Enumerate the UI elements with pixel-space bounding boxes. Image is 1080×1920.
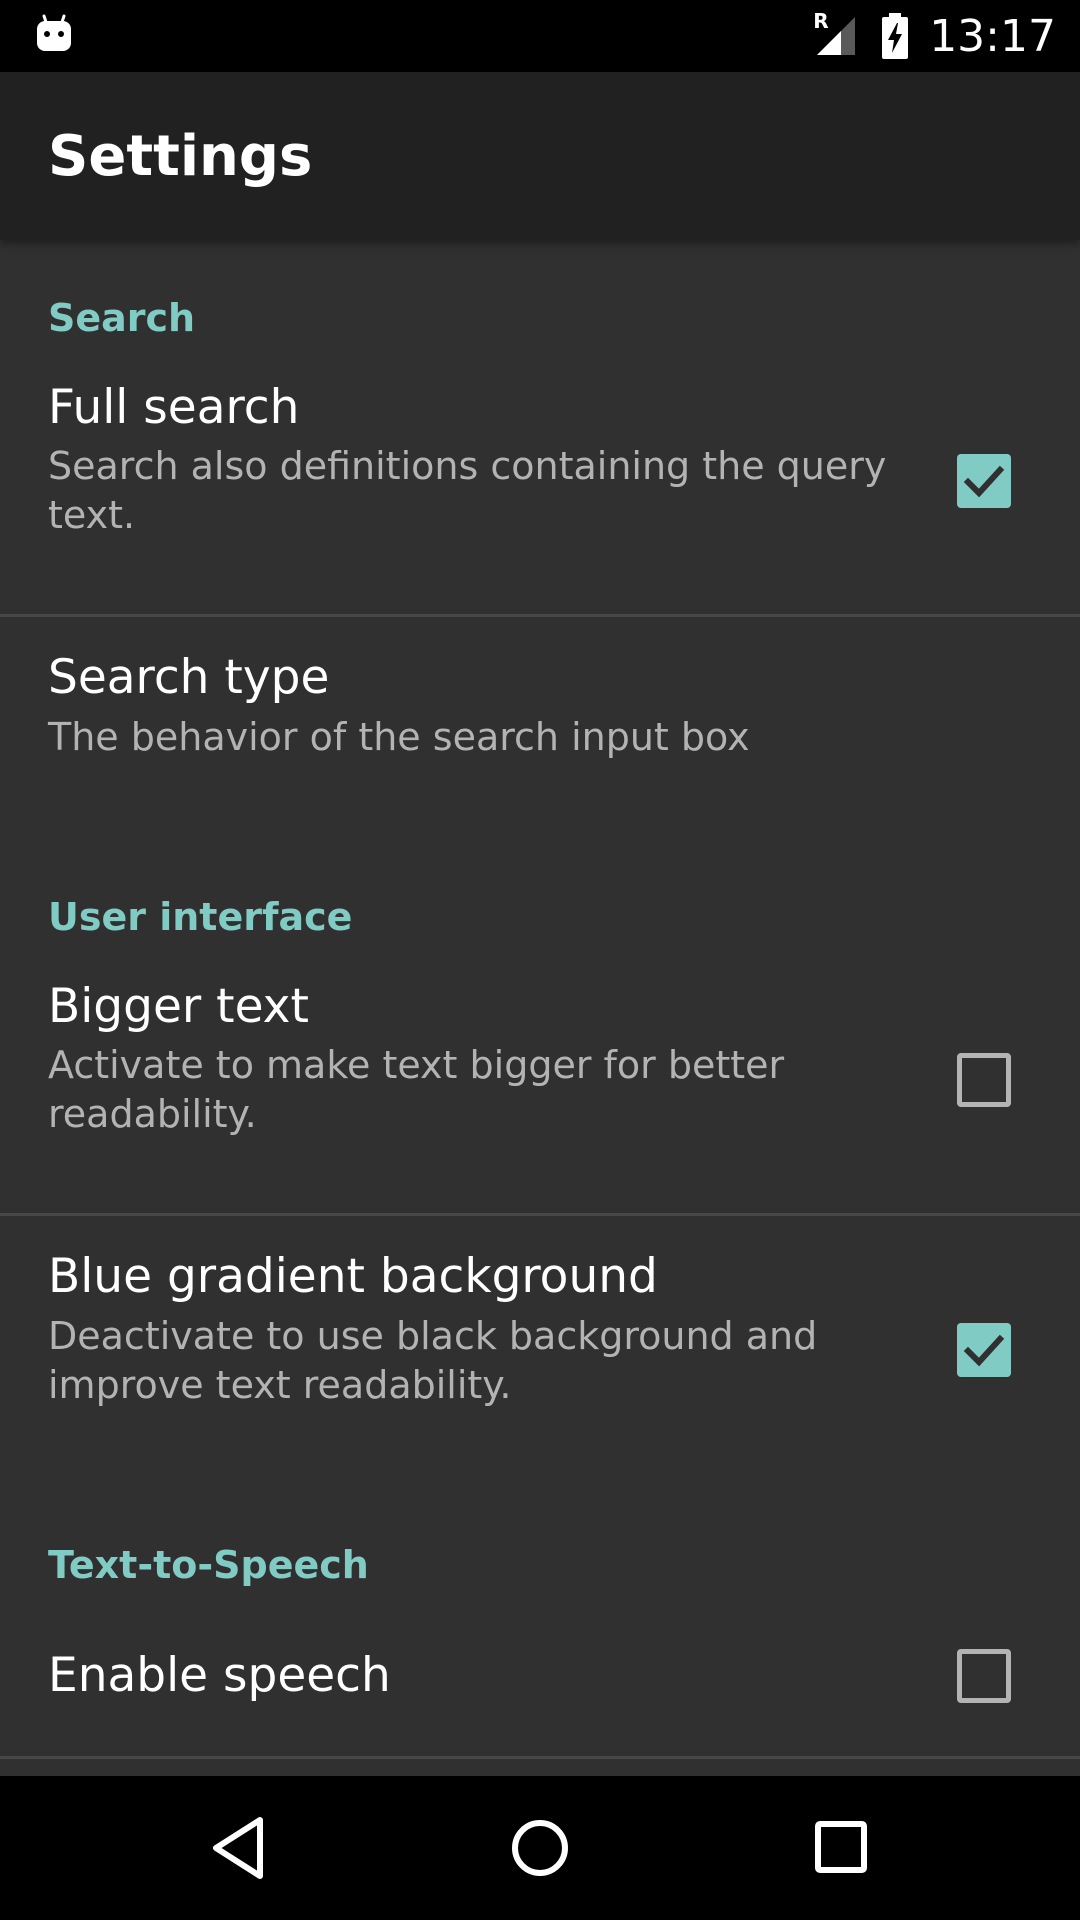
page-title: Settings [48, 124, 313, 189]
pref-enable-speech[interactable]: Enable speech [0, 1620, 1080, 1750]
pref-title: Enable speech [48, 1648, 391, 1703]
pref-title: Blue gradient background [48, 1249, 658, 1304]
pref-summary: Search also definitions containing the q… [48, 444, 887, 537]
android-notification-icon [34, 14, 74, 54]
signal-roaming-icon: R [813, 9, 861, 59]
category-header-text-to-speech: Text-to-Speech [48, 1543, 369, 1587]
battery-charging-icon [881, 13, 909, 59]
pref-search-type[interactable]: Search type The behavior of the search i… [0, 617, 1080, 917]
blue-gradient-checkbox[interactable] [957, 1323, 1011, 1377]
pref-blue-gradient-background[interactable]: Blue gradient background Deactivate to u… [0, 1216, 1080, 1456]
status-icons: R 13:17 [813, 0, 1056, 72]
pref-title: Full search [48, 380, 300, 435]
category-header-user-interface: User interface [48, 895, 353, 939]
home-icon[interactable] [500, 1812, 580, 1884]
pref-bigger-text[interactable]: Bigger text Activate to make text bigger… [0, 979, 1080, 1209]
preference-list[interactable]: Search Full search Search also definitio… [0, 240, 1080, 1776]
app-bar: Settings [0, 72, 1080, 240]
checkmark-icon [963, 1334, 1005, 1367]
pref-title: Bigger text [48, 979, 309, 1034]
status-time: 13:17 [929, 10, 1056, 62]
pref-title: Search type [48, 650, 330, 705]
full-search-checkbox[interactable] [957, 454, 1011, 508]
pref-summary: The behavior of the search input box [48, 715, 750, 759]
recents-icon[interactable] [800, 1812, 880, 1884]
category-header-search: Search [48, 296, 196, 340]
checkmark-icon [963, 465, 1005, 498]
roaming-indicator: R [813, 9, 829, 33]
pref-summary: Deactivate to use black background and i… [48, 1314, 818, 1407]
back-icon[interactable] [202, 1812, 282, 1884]
settings-screen: R 13:17 Settings Search Full search Sear… [0, 0, 1080, 1920]
status-bar: R 13:17 [0, 0, 1080, 72]
enable-speech-checkbox[interactable] [957, 1649, 1011, 1703]
navigation-bar [0, 1776, 1080, 1920]
pref-summary: Activate to make text bigger for better … [48, 1043, 785, 1136]
divider [0, 1756, 1080, 1759]
bigger-text-checkbox[interactable] [957, 1053, 1011, 1107]
